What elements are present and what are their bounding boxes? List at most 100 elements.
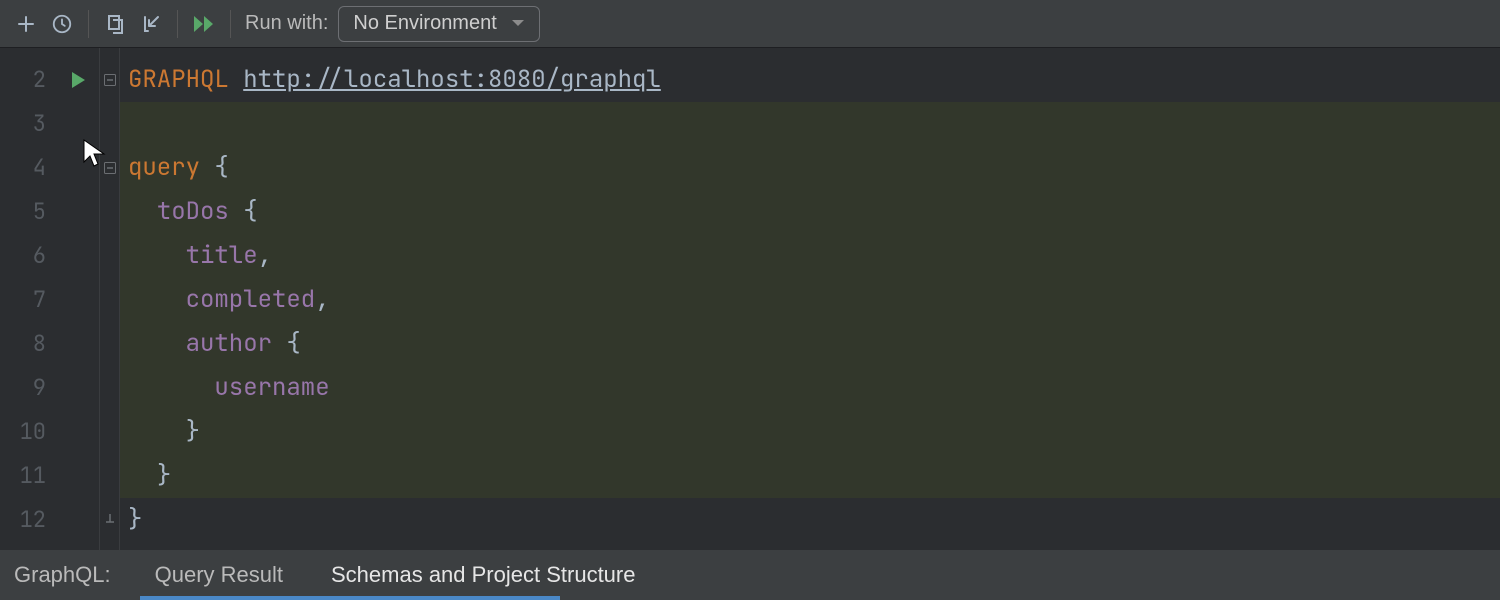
code-line[interactable]: }	[120, 410, 1500, 454]
plus-icon	[16, 14, 36, 34]
token-plain	[128, 284, 186, 315]
run-all-button[interactable]	[186, 6, 222, 42]
double-play-icon	[192, 13, 216, 35]
line-number: 2	[0, 58, 56, 102]
environment-selector[interactable]: No Environment	[338, 6, 539, 42]
token-url[interactable]: http://localhost:8080/graphql	[243, 64, 661, 95]
graphql-panel: GraphQL: Query Result Schemas and Project…	[0, 550, 1500, 600]
token-punc: ,	[258, 240, 272, 271]
fold-cell	[100, 454, 119, 498]
token-plain	[272, 328, 286, 359]
play-icon	[70, 71, 86, 89]
token-method: GRAPHQL	[128, 64, 229, 95]
gutter-run-cell[interactable]	[56, 58, 99, 102]
toolbar-separator	[230, 10, 231, 38]
panel-tab[interactable]: Schemas and Project Structure	[327, 550, 639, 600]
gutter-run-cell	[56, 278, 99, 322]
line-number: 10	[0, 410, 56, 454]
history-button[interactable]	[44, 6, 80, 42]
token-punc: {	[243, 196, 257, 227]
run-with-label: Run with:	[245, 12, 328, 35]
gutter-run-cell	[56, 366, 99, 410]
token-punc: {	[214, 152, 228, 183]
fold-cell[interactable]	[100, 146, 119, 190]
line-number: 8	[0, 322, 56, 366]
copy-button[interactable]	[97, 6, 133, 42]
fold-cell[interactable]	[100, 498, 119, 542]
token-plain	[200, 152, 214, 183]
fold-cell[interactable]	[100, 58, 119, 102]
gutter-run-cell	[56, 454, 99, 498]
gutter-run-cell	[56, 410, 99, 454]
code-line[interactable]: title,	[120, 234, 1500, 278]
token-plain	[128, 328, 186, 359]
token-plain	[128, 240, 186, 271]
code-line[interactable]: username	[120, 366, 1500, 410]
code-line[interactable]	[120, 102, 1500, 146]
token-field: title	[186, 240, 258, 271]
line-number: 4	[0, 146, 56, 190]
line-number: 11	[0, 454, 56, 498]
copy-icon	[105, 14, 125, 34]
token-field: completed	[186, 284, 316, 315]
active-tab-underline	[140, 596, 560, 600]
code-line[interactable]: }	[120, 498, 1500, 542]
token-plain	[229, 196, 243, 227]
token-punc: }	[157, 460, 171, 491]
fold-cell	[100, 366, 119, 410]
fold-cell	[100, 190, 119, 234]
fold-collapse-icon	[104, 162, 116, 174]
fold-cell	[100, 322, 119, 366]
token-field: toDos	[157, 196, 229, 227]
code-line[interactable]: }	[120, 454, 1500, 498]
gutter-run-cell	[56, 234, 99, 278]
code-line[interactable]: toDos {	[120, 190, 1500, 234]
fold-cell	[100, 410, 119, 454]
line-number-gutter: 23456789101112	[0, 48, 56, 550]
toolbar-separator	[177, 10, 178, 38]
gutter-run-cell	[56, 322, 99, 366]
toolbar-separator	[88, 10, 89, 38]
line-number: 5	[0, 190, 56, 234]
line-number: 9	[0, 366, 56, 410]
fold-collapse-icon	[104, 74, 116, 86]
import-icon	[141, 14, 161, 34]
clock-icon	[51, 13, 73, 35]
token-punc: }	[128, 504, 142, 535]
gutter-run-cell	[56, 190, 99, 234]
token-field: username	[214, 372, 329, 403]
line-number: 3	[0, 102, 56, 146]
token-plain	[128, 460, 157, 491]
token-kw: query	[128, 152, 200, 183]
code-line[interactable]: GRAPHQL http://localhost:8080/graphql	[120, 58, 1500, 102]
code-editor[interactable]: 23456789101112 GRAPHQL http://localhost:…	[0, 48, 1500, 550]
token-punc: ,	[315, 284, 329, 315]
token-field: author	[186, 328, 272, 359]
gutter-run-cell	[56, 146, 99, 190]
gutter-run-cell	[56, 102, 99, 146]
token-plain	[128, 372, 214, 403]
toolbar: Run with: No Environment	[0, 0, 1500, 48]
code-area[interactable]: GRAPHQL http://localhost:8080/graphql que…	[120, 48, 1500, 550]
panel-tab[interactable]: Query Result	[151, 550, 287, 600]
fold-gutter	[100, 48, 120, 550]
code-line[interactable]: completed,	[120, 278, 1500, 322]
line-number: 6	[0, 234, 56, 278]
token-punc: }	[186, 416, 200, 447]
run-gutter	[56, 48, 100, 550]
import-button[interactable]	[133, 6, 169, 42]
chevron-down-icon	[511, 19, 525, 29]
code-line[interactable]: query {	[120, 146, 1500, 190]
fold-cell	[100, 234, 119, 278]
fold-end-icon	[104, 514, 116, 526]
fold-cell	[100, 102, 119, 146]
fold-cell	[100, 278, 119, 322]
token-plain	[128, 416, 186, 447]
environment-value: No Environment	[353, 12, 496, 35]
add-button[interactable]	[8, 6, 44, 42]
panel-title: GraphQL:	[14, 562, 111, 588]
code-line[interactable]: author {	[120, 322, 1500, 366]
token-plain	[128, 196, 157, 227]
token-punc: {	[286, 328, 300, 359]
line-number: 7	[0, 278, 56, 322]
